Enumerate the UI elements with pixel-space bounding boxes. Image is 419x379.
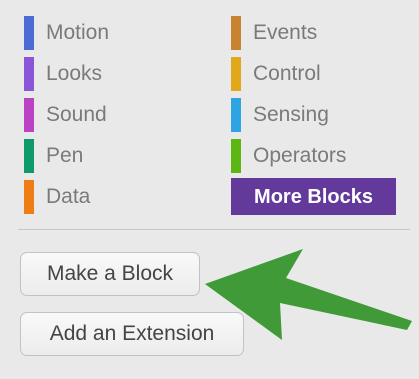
looks-swatch <box>24 57 34 91</box>
category-more-blocks[interactable]: More Blocks <box>231 178 396 215</box>
category-motion[interactable]: Motion <box>24 14 214 50</box>
category-label: Data <box>46 185 91 208</box>
category-control[interactable]: Control <box>231 55 411 91</box>
category-label: Operators <box>253 144 347 167</box>
block-palette: Motion Looks Sound Pen Data Events Contr… <box>0 0 419 379</box>
add-an-extension-button[interactable]: Add an Extension <box>20 312 244 356</box>
category-label: Sound <box>46 103 107 126</box>
category-label: Control <box>253 62 321 85</box>
pen-swatch <box>24 139 34 173</box>
category-label: More Blocks <box>254 185 373 208</box>
sound-swatch <box>24 98 34 132</box>
category-data[interactable]: Data <box>24 178 214 214</box>
motion-swatch <box>24 16 34 50</box>
category-label: Sensing <box>253 103 329 126</box>
category-label: Motion <box>46 21 110 44</box>
category-label: Events <box>253 21 318 44</box>
events-swatch <box>231 16 241 50</box>
make-a-block-button[interactable]: Make a Block <box>20 252 200 296</box>
category-sensing[interactable]: Sensing <box>231 96 411 132</box>
sensing-swatch <box>231 98 241 132</box>
category-operators[interactable]: Operators <box>231 137 411 173</box>
category-label: Pen <box>46 144 84 167</box>
data-swatch <box>24 180 34 214</box>
category-events[interactable]: Events <box>231 14 411 50</box>
operators-swatch <box>231 139 241 173</box>
category-sound[interactable]: Sound <box>24 96 214 132</box>
control-swatch <box>231 57 241 91</box>
divider <box>18 229 410 230</box>
category-looks[interactable]: Looks <box>24 55 214 91</box>
category-pen[interactable]: Pen <box>24 137 214 173</box>
category-label: Looks <box>46 62 103 85</box>
